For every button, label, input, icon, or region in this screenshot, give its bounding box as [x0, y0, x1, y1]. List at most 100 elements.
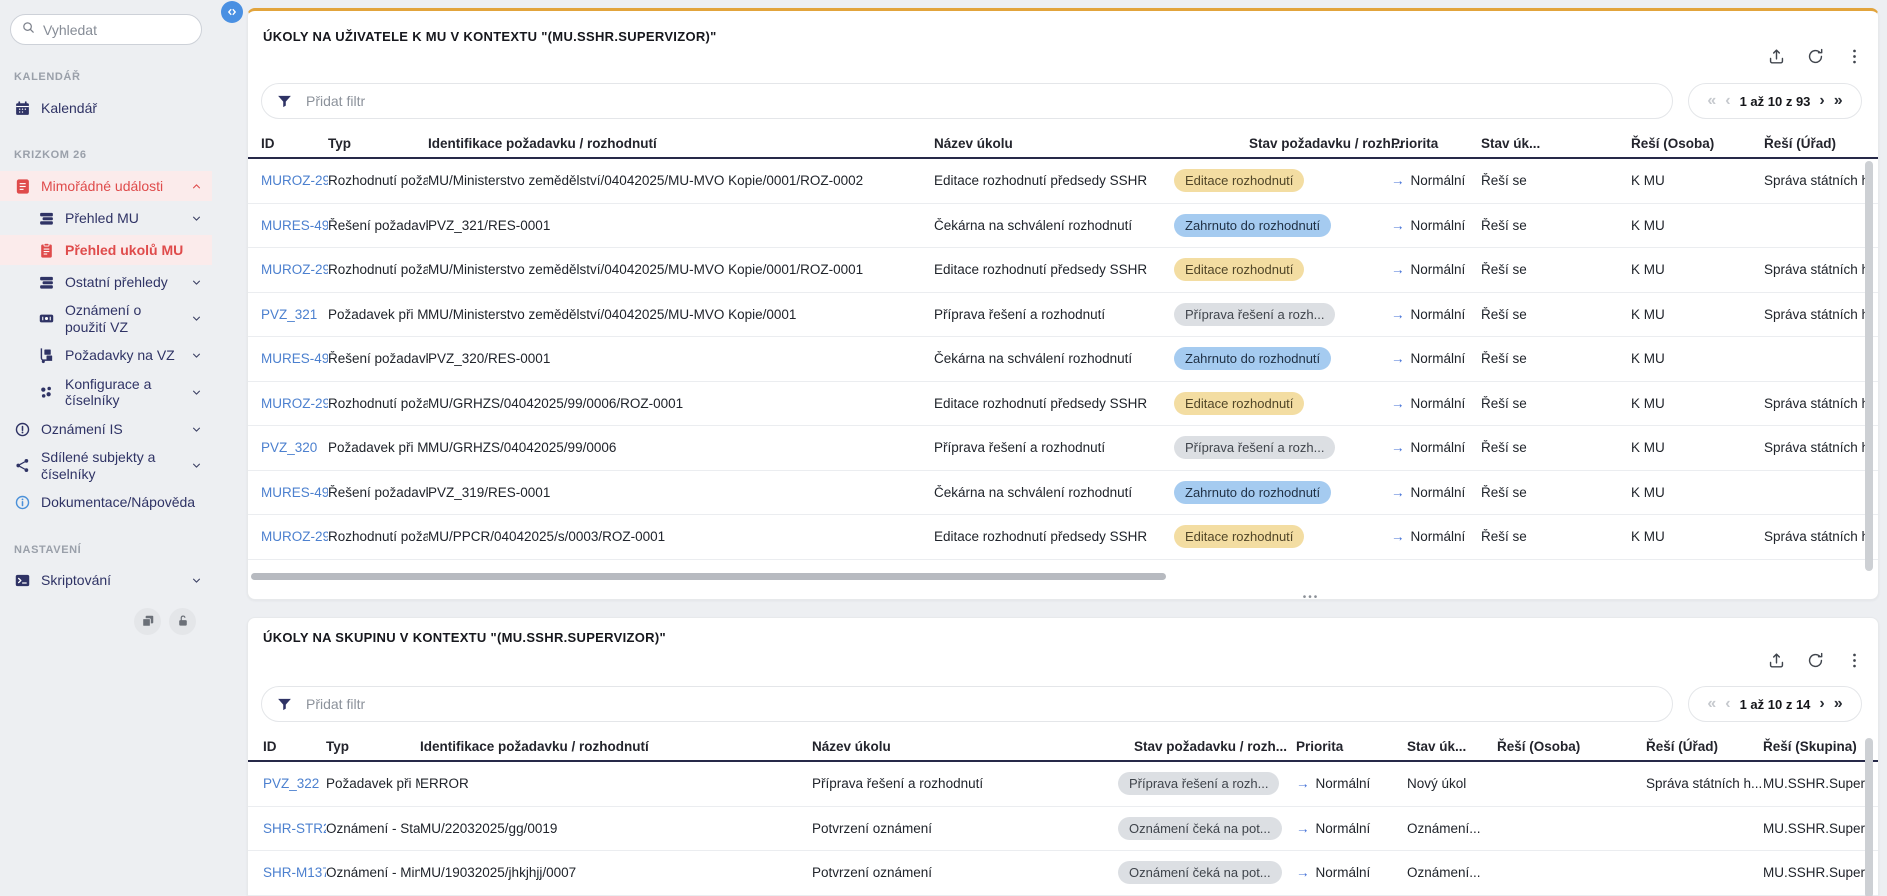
row-id-link[interactable]: PVZ_322 [263, 776, 319, 791]
table-row[interactable]: PVZ_321Požadavek při M...MU/Ministerstvo… [248, 293, 1878, 338]
vertical-scrollbar[interactable] [1865, 161, 1873, 571]
cell-stav_ukolu: Oznámení... [1407, 821, 1497, 836]
sidebar-item-prehled-ukolu-mu[interactable]: Přehled ukolů MU [0, 235, 212, 265]
cell-ident: PVZ_319/RES-0001 [428, 485, 934, 500]
sidebar-item-ostatni-prehledy[interactable]: Ostatní přehledy [0, 267, 212, 297]
row-id-link[interactable]: MURES-495 [261, 218, 328, 233]
lock-open-icon[interactable] [169, 608, 196, 635]
table-row[interactable]: SHR-M137Oznámení - Mini...MU/19032025/jh… [248, 851, 1878, 896]
row-id-link[interactable]: SHR-STR268 [263, 821, 326, 836]
cell-priorita: →Normální [1296, 821, 1407, 836]
vertical-scrollbar[interactable] [1865, 738, 1873, 896]
column-header-priorita[interactable]: Priorita [1296, 739, 1407, 754]
cell-id: MUROZ-293 [261, 396, 328, 411]
row-id-link[interactable]: PVZ_320 [261, 440, 317, 455]
cell-resi_urad: Správa státních h [1764, 440, 1878, 455]
cell-id: SHR-STR268 [263, 821, 326, 836]
prev-page-button[interactable]: ‹ [1725, 696, 1730, 712]
table-row[interactable]: PVZ_322Požadavek při M...ERRORPříprava ř… [248, 762, 1878, 807]
table-row[interactable]: MURES-493Řešení požadavk...PVZ_319/RES-0… [248, 471, 1878, 516]
column-header-typ[interactable]: Typ [328, 136, 428, 151]
cell-resi_osoba: K MU [1631, 262, 1764, 277]
row-id-link[interactable]: MURES-494 [261, 351, 328, 366]
row-id-link[interactable]: MUROZ-292 [261, 529, 328, 544]
row-id-link[interactable]: MUROZ-293 [261, 396, 328, 411]
copy-icon[interactable] [134, 608, 161, 635]
chevron-up-icon [190, 180, 204, 193]
cell-nazev: Editace rozhodnutí předsedy SSHR [934, 529, 1174, 544]
cell-stav_ukolu: Nový úkol [1407, 776, 1497, 791]
column-header-typ[interactable]: Typ [326, 739, 420, 754]
filter-bar[interactable]: Přidat filtr [261, 83, 1673, 119]
column-header-resi_osoba[interactable]: Řeší (Osoba) [1631, 136, 1764, 151]
column-header-id[interactable]: ID [261, 136, 328, 151]
column-header-nazev[interactable]: Název úkolu [934, 136, 1174, 151]
column-header-stav_ukolu[interactable]: Stav úk... [1407, 739, 1497, 754]
column-header-resi_skupina[interactable]: Řeší (Skupina) [1763, 739, 1878, 754]
sidebar-item-sdilene-subjekty-a-ciselniky[interactable]: Sdílené subjekty a číselníky [0, 446, 212, 486]
sidebar-item-oznameni-is[interactable]: Oznámení IS [0, 414, 212, 444]
prev-page-button[interactable]: ‹ [1725, 93, 1730, 109]
sidebar-item-oznameni-o-pouziti-vz[interactable]: Oznámení o použití VZ [0, 299, 212, 339]
first-page-button[interactable]: « [1707, 93, 1716, 109]
cell-ident: MU/Ministerstvo zemědělství/04042025/MU-… [428, 262, 934, 277]
refresh-icon[interactable] [1806, 651, 1825, 670]
sidebar-item-mimoradne-udalosti[interactable]: Mimořádné události [0, 171, 212, 201]
cell-resi_osoba: K MU [1631, 218, 1764, 233]
last-page-button[interactable]: » [1834, 93, 1843, 109]
column-header-resi_osoba[interactable]: Řeší (Osoba) [1497, 739, 1646, 754]
sidebar-item-dokumentace-napoveda[interactable]: Dokumentace/Nápověda [0, 488, 212, 518]
sidebar-item-label: Požadavky na VZ [65, 347, 181, 364]
column-header-priorita[interactable]: Priorita [1391, 136, 1481, 151]
row-id-link[interactable]: MURES-493 [261, 485, 328, 500]
filter-bar[interactable]: Přidat filtr [261, 686, 1673, 722]
row-id-link[interactable]: SHR-M137 [263, 865, 326, 880]
column-header-stav_ukolu[interactable]: Stav úk... [1481, 136, 1631, 151]
table-row[interactable]: MURES-495Řešení požadavk...PVZ_321/RES-0… [248, 204, 1878, 249]
kebab-menu-icon[interactable] [1845, 651, 1864, 670]
row-id-link[interactable]: PVZ_321 [261, 307, 317, 322]
sidebar-item-prehled-mu[interactable]: Přehled MU [0, 203, 212, 233]
column-header-resi_urad[interactable]: Řeší (Úřad) [1764, 136, 1878, 151]
table-row[interactable]: MUROZ-292Rozhodnutí poža...MU/PPCR/04042… [248, 515, 1878, 560]
next-page-button[interactable]: › [1819, 696, 1824, 712]
sidebar-item-konfigurace-a-ciselniky[interactable]: Konfigurace a číselníky [0, 373, 212, 413]
last-page-button[interactable]: » [1834, 696, 1843, 712]
sidebar-item-skriptovani[interactable]: Skriptování [0, 566, 212, 596]
column-header-nazev[interactable]: Název úkolu [812, 739, 1118, 754]
chevron-down-icon [190, 459, 204, 472]
molecule-icon [38, 384, 56, 401]
table-row[interactable]: MUROZ-293Rozhodnutí poža...MU/GRHZS/0404… [248, 382, 1878, 427]
export-icon[interactable] [1767, 47, 1786, 66]
priority-arrow-icon: → [1296, 776, 1310, 791]
export-icon[interactable] [1767, 651, 1786, 670]
sidebar-collapse-toggle-icon[interactable] [221, 1, 243, 23]
column-header-id[interactable]: ID [263, 739, 326, 754]
row-id-link[interactable]: MUROZ-295 [261, 173, 328, 188]
column-header-stav[interactable]: Stav požadavku / rozh... [1174, 136, 1391, 151]
pagination-label: 1 až 10 z 14 [1740, 697, 1811, 712]
search-input[interactable] [43, 22, 183, 38]
column-header-resi_urad[interactable]: Řeší (Úřad) [1646, 739, 1763, 754]
refresh-icon[interactable] [1806, 47, 1825, 66]
table-row[interactable]: MURES-494Řešení požadavk...PVZ_320/RES-0… [248, 337, 1878, 382]
first-page-button[interactable]: « [1707, 696, 1716, 712]
handtruck-icon [38, 347, 56, 364]
table-row[interactable]: PVZ_320Požadavek při M...MU/GRHZS/040420… [248, 426, 1878, 471]
table-row[interactable]: SHR-STR268Oznámení - Stan...MU/22032025/… [248, 807, 1878, 852]
sidebar-item-pozadavky-na-vz[interactable]: Požadavky na VZ [0, 341, 212, 371]
table-row[interactable]: MUROZ-295Rozhodnutí poža...MU/Ministerst… [248, 159, 1878, 204]
cell-ident: PVZ_320/RES-0001 [428, 351, 934, 366]
cell-priorita: →Normální [1391, 440, 1481, 455]
table-row[interactable]: MUROZ-294Rozhodnutí poža...MU/Ministerst… [248, 248, 1878, 293]
horizontal-scrollbar[interactable] [251, 573, 1166, 580]
column-header-ident[interactable]: Identifikace požadavku / rozhodnutí [428, 136, 934, 151]
kebab-menu-icon[interactable] [1845, 47, 1864, 66]
row-id-link[interactable]: MUROZ-294 [261, 262, 328, 277]
next-page-button[interactable]: › [1819, 93, 1824, 109]
column-header-ident[interactable]: Identifikace požadavku / rozhodnutí [420, 739, 812, 754]
column-header-stav[interactable]: Stav požadavku / rozh... [1118, 739, 1296, 754]
panel-resize-handle[interactable]: ••• [1288, 592, 1334, 603]
cell-priorita: →Normální [1391, 307, 1481, 322]
sidebar-item-kalendar[interactable]: Kalendář [0, 93, 212, 123]
